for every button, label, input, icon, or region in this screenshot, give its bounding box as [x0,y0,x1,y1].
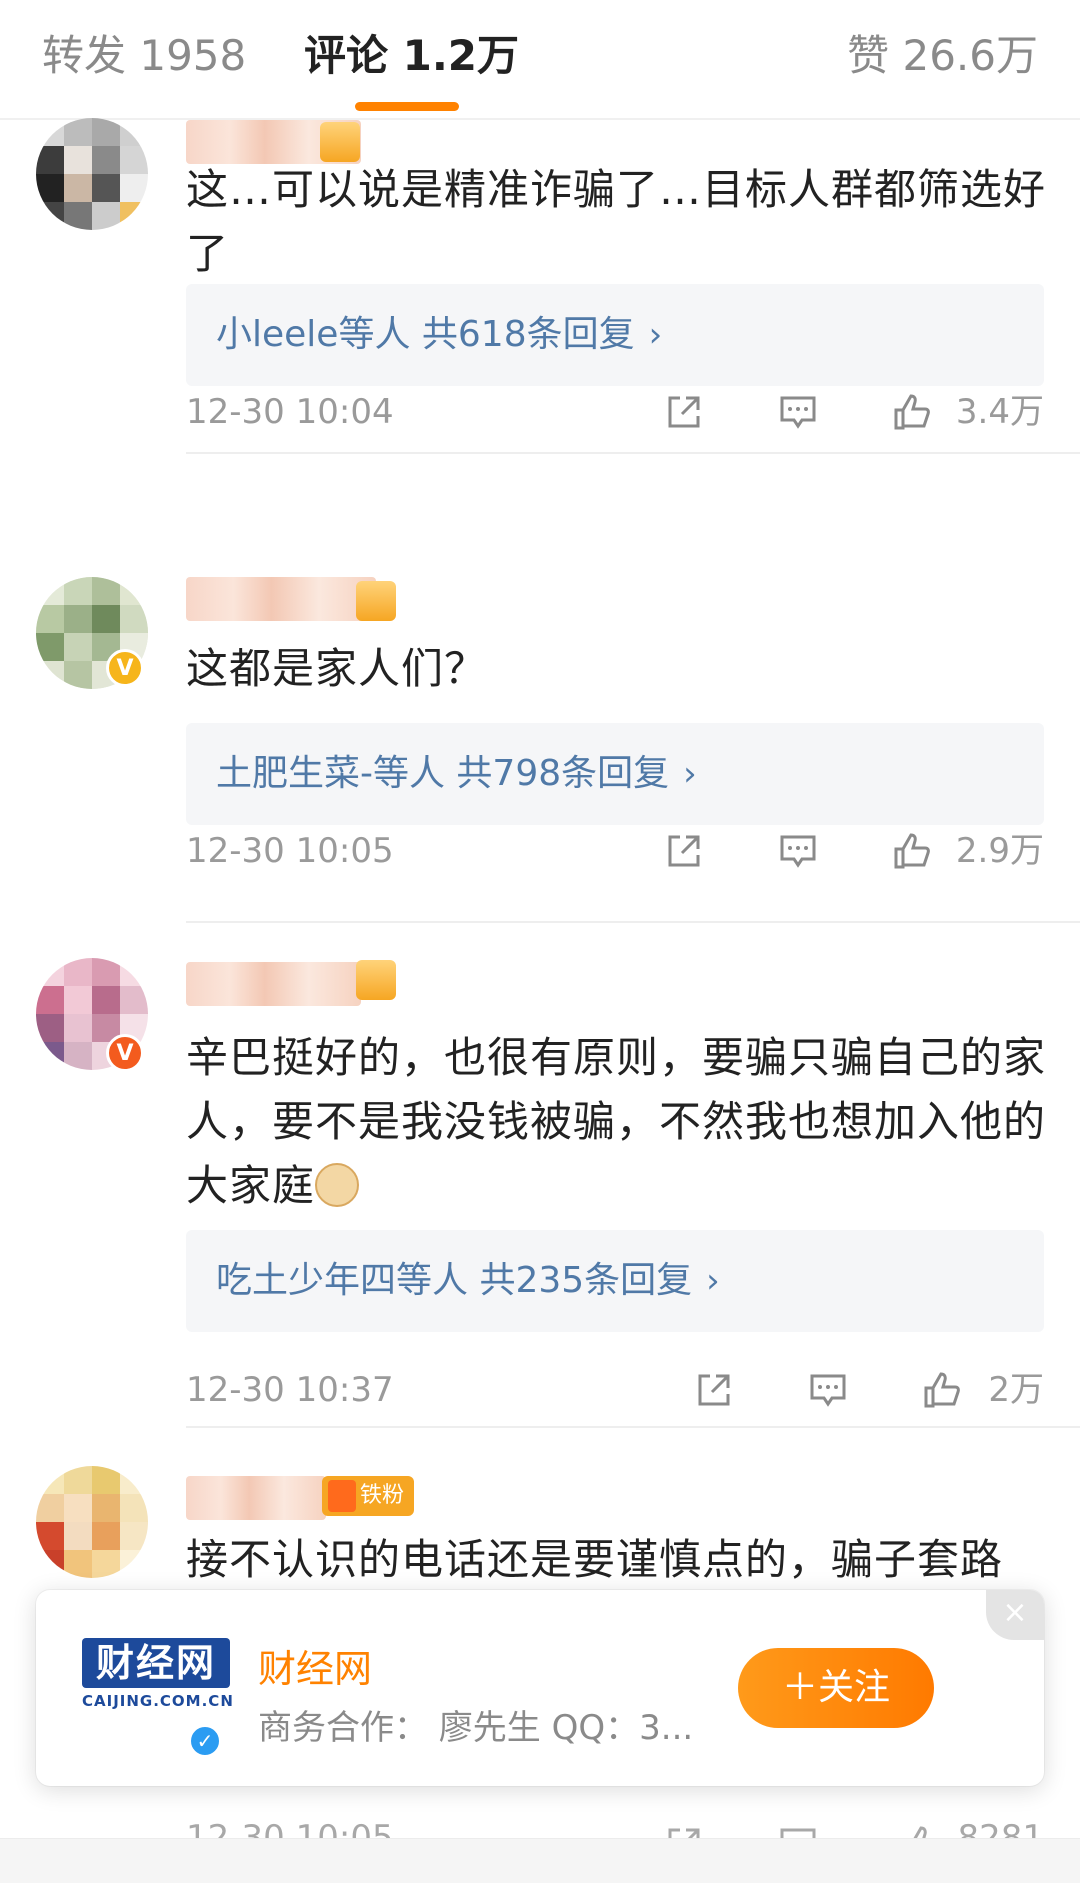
tab-comments[interactable]: 评论 1.2万 [304,26,519,86]
close-icon[interactable]: × [986,1590,1044,1640]
verified-badge-icon: V [106,1034,144,1072]
comment-icon[interactable] [808,1370,848,1410]
user-level-badge [356,581,396,621]
comment-meta: 12-30 10:37 2万 [186,1362,1044,1418]
divider [186,1426,1080,1428]
share-icon[interactable] [694,1370,734,1410]
sponsored-follow-card[interactable]: 财经网 CAIJING.COM.CN ✓ 财经网 商务合作： 廖先生 QQ：3.… [36,1590,1044,1786]
replies-link[interactable]: 土肥生菜-等人 共798条回复 › [186,723,1044,825]
comment-text: 这都是家人们？ [186,644,488,693]
comment-item: V 这都是家人们？ 土肥生菜-等人 共798条回复 › 12-30 10:05 2… [0,577,1080,927]
comment-text: 辛巴挺好的，也很有原则，要骗只骗自己的家人，要不是我没钱被骗，不然我也想加入他的… [186,1026,1046,1218]
bottom-input-bar[interactable] [0,1838,1080,1883]
chevron-right-icon: › [648,315,663,355]
tab-likes[interactable]: 赞 26.6万 [847,26,1038,86]
like-count: 3.4万 [955,392,1044,432]
user-level-badge [356,960,396,1000]
comment-time: 12-30 10:04 [186,392,394,432]
caijing-logo[interactable]: 财经网 CAIJING.COM.CN [82,1638,234,1710]
chevron-right-icon: › [683,754,697,794]
divider [186,921,1080,923]
user-level-badge [320,122,360,162]
like-icon[interactable] [922,1370,962,1410]
like-icon[interactable] [892,392,932,432]
chevron-right-icon: › [706,1261,720,1301]
like-count: 2.9万 [955,831,1044,871]
replies-label: 土肥生菜-等人 共798条回复 [216,753,670,794]
comment-icon[interactable] [778,392,818,432]
like-count: 2万 [988,1370,1044,1410]
avatar[interactable] [36,118,148,230]
comment-tabs: 转发 1958 评论 1.2万 赞 26.6万 [0,0,1080,120]
verified-badge-icon: V [106,649,144,687]
replies-label: 小leele等人 共618条回复 [216,314,635,355]
replies-label: 吃土少年四等人 共235条回复 [216,1260,693,1301]
verified-icon: ✓ [188,1724,222,1758]
avatar[interactable] [36,1466,148,1578]
doge-emoji-icon [315,1162,360,1207]
username-blurred[interactable] [186,962,361,1006]
comment-item: 这…可以说是精准诈骗了…目标人群都筛选好了 小leele等人 共618条回复 › … [0,118,1080,458]
replies-link[interactable]: 吃土少年四等人 共235条回复 › [186,1230,1044,1332]
comment-meta: 12-30 10:04 3.4万 [186,384,1044,440]
comment-text: 这…可以说是精准诈骗了…目标人群都筛选好了 [186,165,1047,278]
comment-item: V 辛巴挺好的，也很有原则，要骗只骗自己的家人，要不是我没钱被骗，不然我也想加入… [0,958,1080,1428]
replies-link[interactable]: 小leele等人 共618条回复 › [186,284,1044,386]
username-blurred[interactable] [186,1476,326,1520]
tab-reposts[interactable]: 转发 1958 [42,26,246,86]
iron-fan-label: 铁粉 [360,1483,405,1508]
comment-time: 12-30 10:05 [186,831,394,871]
comment-text: 接不认识的电话还是要谨慎点的，骗子套路 [186,1535,1004,1584]
share-icon[interactable] [664,831,704,871]
comment-meta: 12-30 10:05 2.9万 [186,823,1044,879]
comment-time: 12-30 10:37 [186,1370,394,1410]
active-tab-indicator [355,102,459,111]
account-name[interactable]: 财经网 [258,1638,372,1693]
like-icon[interactable] [892,831,932,871]
iron-fan-badge: 铁粉 [322,1476,415,1516]
logo-mark: 财经网 [82,1638,230,1688]
comment-item: 铁粉 接不认识的电话还是要谨慎点的，骗子套路 [0,1466,1080,1596]
fan-level-icon [328,1480,356,1512]
follow-button[interactable]: ＋关注 [738,1648,934,1728]
share-icon[interactable] [664,392,704,432]
comment-icon[interactable] [778,831,818,871]
divider [186,452,1080,454]
account-description: 商务合作： 廖先生 QQ：3... [258,1708,694,1748]
logo-url: CAIJING.COM.CN [82,1692,234,1710]
username-blurred[interactable] [186,577,376,621]
